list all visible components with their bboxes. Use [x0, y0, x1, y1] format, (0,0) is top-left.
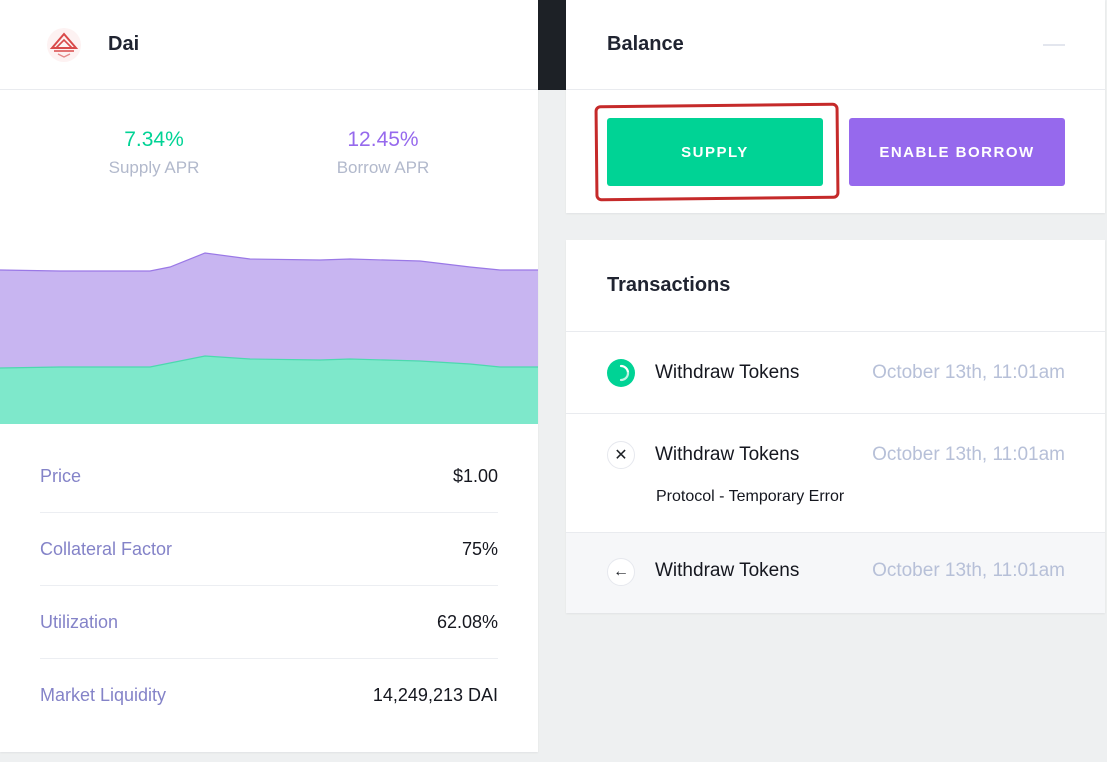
stat-row-collateral-factor: Collateral Factor 75% [40, 513, 498, 586]
transaction-date: October 13th, 11:01am [872, 362, 1065, 383]
borrow-apr-value: 12.45% [347, 128, 419, 151]
balance-header: Balance [566, 0, 1105, 90]
transactions-title: Transactions [607, 274, 731, 296]
stat-row-price: Price $1.00 [40, 440, 498, 513]
transactions-header: Transactions [566, 240, 1105, 332]
stat-label: Price [40, 465, 82, 486]
balance-placeholder-dash [1043, 43, 1065, 46]
stat-label: Collateral Factor [40, 538, 173, 559]
apr-history-chart [0, 252, 538, 424]
market-header: Dai [0, 0, 538, 90]
market-stats: Price $1.00 Collateral Factor 75% Utiliz… [40, 440, 498, 732]
stat-value: 14,249,213 DAI [372, 685, 498, 705]
stat-row-market-liquidity: Market Liquidity 14,249,213 DAI [40, 659, 498, 732]
stat-label: Market Liquidity [40, 685, 167, 705]
balance-title: Balance [607, 33, 684, 55]
market-card: Dai 7.34% Supply APR 12.45% Borrow APR P… [0, 0, 538, 752]
stat-value: $1.00 [452, 465, 498, 486]
apr-row: 7.34% Supply APR 12.45% Borrow APR [0, 128, 538, 188]
stat-value: 62.08% [436, 611, 498, 632]
dai-logo-icon [44, 25, 84, 65]
transaction-row[interactable]: ← Withdraw Tokens October 13th, 11:01am [566, 533, 1105, 613]
transaction-row[interactable]: Withdraw Tokens October 13th, 11:01am [566, 332, 1105, 414]
arrow-left-icon: ← [607, 558, 635, 586]
stat-row-utilization: Utilization 62.08% [40, 586, 498, 659]
supply-apr-value: 7.34% [124, 128, 184, 151]
borrow-apr-label: Borrow APR [336, 158, 430, 177]
supply-apr: 7.34% Supply APR [54, 128, 254, 178]
transaction-name: Withdraw Tokens [655, 362, 800, 383]
transaction-date: October 13th, 11:01am [872, 560, 1065, 581]
transaction-date: October 13th, 11:01am [872, 444, 1065, 465]
transactions-card: Transactions Withdraw Tokens October 13t… [566, 240, 1105, 613]
borrow-apr: 12.45% Borrow APR [283, 128, 483, 178]
background-strip [538, 0, 566, 90]
pending-spinner-icon [607, 359, 635, 387]
stat-label: Utilization [40, 611, 119, 632]
supply-apr-label: Supply APR [108, 158, 200, 177]
transaction-name: Withdraw Tokens [655, 444, 800, 465]
annotation-highlight-box [594, 102, 840, 202]
market-name: Dai [108, 33, 140, 55]
enable-borrow-button[interactable]: ENABLE BORROW [849, 118, 1065, 186]
transaction-name: Withdraw Tokens [655, 560, 800, 581]
close-icon: ✕ [607, 441, 635, 469]
transaction-row[interactable]: ✕ Withdraw Tokens October 13th, 11:01am … [566, 414, 1105, 533]
transaction-error-message: Protocol - Temporary Error [656, 488, 845, 505]
stat-value: 75% [461, 538, 498, 559]
